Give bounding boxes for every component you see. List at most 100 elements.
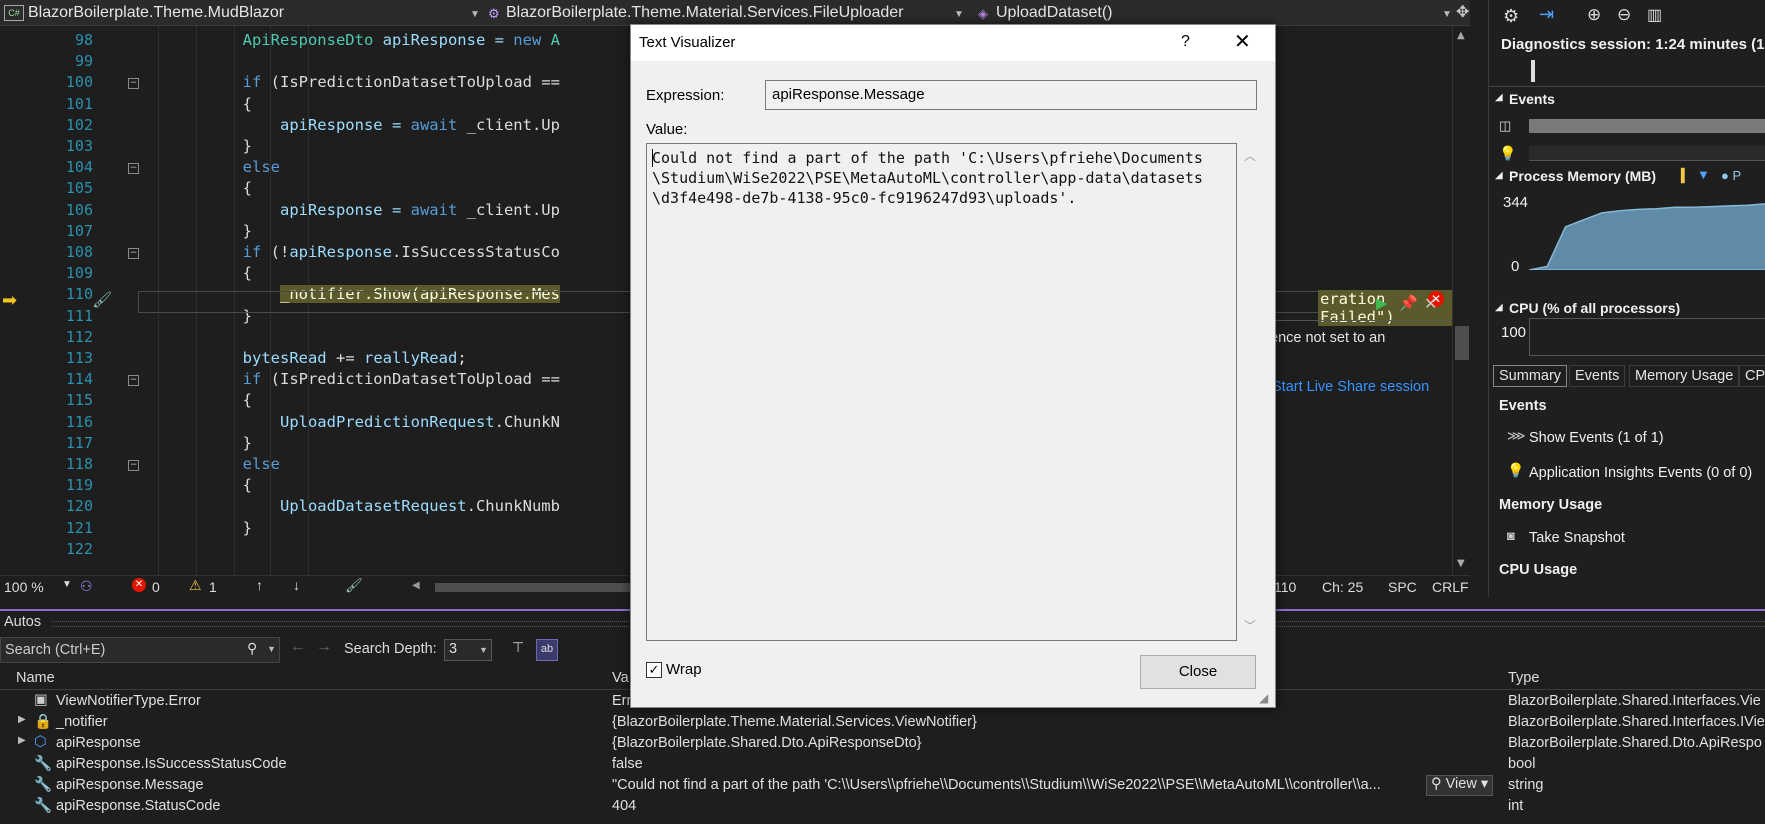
brush-icon[interactable]: 🖌 <box>345 577 363 594</box>
value-scrollbar[interactable]: ︿ ﹀ <box>1239 143 1259 639</box>
gear-icon[interactable]: ⚙ <box>1503 6 1519 27</box>
take-snapshot-link[interactable]: Take Snapshot <box>1529 530 1625 546</box>
value-textarea[interactable]: Could not find a part of the path 'C:\Us… <box>646 143 1237 641</box>
wrap-label[interactable]: Wrap <box>666 661 702 678</box>
collapse-icon[interactable]: − <box>128 248 139 259</box>
error-icon[interactable]: ✕ <box>132 578 146 592</box>
memory-chart[interactable] <box>1529 188 1765 270</box>
collapse-icon[interactable]: − <box>128 78 139 90</box>
split-window-icon[interactable]: ✥ <box>1456 2 1469 21</box>
code-line: else <box>242 158 280 177</box>
search-depth-select[interactable]: 3 ▼ <box>444 639 492 661</box>
error-count[interactable]: 0 <box>152 579 160 595</box>
whitespace-mode[interactable]: SPC <box>1388 579 1417 595</box>
dialog-titlebar[interactable]: Text Visualizer ? ✕ <box>631 25 1275 61</box>
class-dropdown[interactable]: ⚙ BlazorBoilerplate.Theme.Material.Servi… <box>488 2 968 23</box>
chevron-down-icon[interactable]: ▼ <box>1457 558 1465 569</box>
show-events-link[interactable]: Show Events (1 of 1) <box>1529 430 1664 446</box>
table-row[interactable]: 🔧 apiResponse.StatusCode 404 int <box>0 796 1765 817</box>
code-line: bytesRead += reallyRead; <box>242 349 467 367</box>
pin-icon[interactable]: 📌 <box>1399 294 1418 312</box>
collapse-icon[interactable]: − <box>128 460 139 471</box>
column-name[interactable]: Name <box>16 670 55 686</box>
row-value[interactable]: {BlazorBoilerplate.Theme.Material.Servic… <box>612 714 977 730</box>
view-button[interactable]: ⚲ View ▾ <box>1426 775 1494 796</box>
property-wrench-icon: 🔧 <box>34 798 53 814</box>
row-value[interactable]: 404 <box>612 798 636 814</box>
line-number: 110 <box>65 285 93 304</box>
search-input[interactable]: Search (Ctrl+E) <box>5 642 105 658</box>
arrow-down-icon[interactable]: ↓ <box>293 577 300 593</box>
scroll-left-icon[interactable]: ◀ <box>412 580 420 591</box>
scroll-thumb[interactable] <box>1455 326 1469 360</box>
table-row[interactable]: 🔧 apiResponse.IsSuccessStatusCode false boo… <box>0 754 1765 775</box>
chart-icon[interactable]: ▥ <box>1647 5 1662 25</box>
expand-icon[interactable]: ▶ <box>18 714 26 725</box>
copilot-icon[interactable]: ⚇ <box>80 578 93 595</box>
code-line: apiResponse = await _client.Up <box>279 115 560 134</box>
table-row[interactable]: ▶ 🔒 _notifier {BlazorBoilerplate.Theme.Mate… <box>0 712 1765 733</box>
help-button[interactable]: ? <box>1181 33 1190 51</box>
zoom-in-icon[interactable]: ⊕ <box>1587 5 1601 25</box>
chevron-up-icon[interactable]: ︿ <box>1244 147 1256 164</box>
cpu-chart[interactable] <box>1529 318 1765 356</box>
chevron-down-icon[interactable]: ▼ <box>62 579 72 590</box>
back-arrow-icon[interactable]: ← <box>290 638 306 656</box>
warning-count[interactable]: 1 <box>209 579 217 595</box>
row-name: apiResponse.StatusCode <box>56 798 221 814</box>
close-button[interactable]: Close <box>1140 655 1256 689</box>
expand-icon[interactable]: ◢ <box>1495 302 1503 313</box>
resize-grip[interactable]: ◢ <box>1259 691 1268 705</box>
private-bytes-icon: ● P <box>1721 168 1742 183</box>
forward-arrow-icon[interactable]: → <box>316 638 332 656</box>
arrow-up-icon[interactable]: ↑ <box>256 577 263 593</box>
collapse-icon[interactable]: − <box>128 375 139 387</box>
events-track[interactable] <box>1529 119 1765 133</box>
expand-icon[interactable]: ◢ <box>1495 92 1503 103</box>
chevron-down-icon[interactable]: ▼ <box>267 644 276 654</box>
continue-icon[interactable]: ▶ <box>1376 294 1388 312</box>
row-value[interactable]: {BlazorBoilerplate.Shared.Dto.ApiRespons… <box>612 735 922 751</box>
close-icon[interactable]: ✕ <box>1234 29 1251 54</box>
row-value[interactable]: false <box>612 756 643 772</box>
app-insights-link[interactable]: Application Insights Events (0 of 0) <box>1529 465 1752 481</box>
zoom-level[interactable]: 100 % <box>4 579 44 595</box>
expand-icon[interactable]: ▶ <box>18 735 26 746</box>
insights-track[interactable] <box>1529 146 1765 161</box>
close-icon[interactable]: ✕ <box>1424 294 1437 313</box>
search-box[interactable]: Search (Ctrl+E) ⚲ ▼ <box>0 637 280 663</box>
tab-cpu[interactable]: CPU <box>1739 365 1765 387</box>
chevron-down-icon: ▼ <box>1442 9 1452 20</box>
pencil-brush-icon[interactable]: 🖌 <box>92 290 112 309</box>
export-icon[interactable]: ⇥ <box>1539 4 1554 25</box>
zoom-out-icon[interactable]: ⊖ <box>1617 5 1631 25</box>
expand-icon[interactable]: ◢ <box>1495 170 1503 181</box>
expression-field[interactable]: apiResponse.Message <box>765 80 1257 110</box>
search-icon[interactable]: ⚲ <box>247 640 257 657</box>
chevron-down-icon[interactable]: ﹀ <box>1244 617 1256 634</box>
project-dropdown[interactable]: C# BlazorBoilerplate.Theme.MudBlazor ▼ <box>4 2 480 23</box>
tab-memory-usage[interactable]: Memory Usage <box>1629 365 1740 387</box>
column-type[interactable]: Type <box>1508 670 1539 686</box>
timeline-ruler[interactable] <box>1489 58 1765 87</box>
warning-icon[interactable]: ⚠ <box>189 577 202 594</box>
wrap-checkbox[interactable]: ✓ <box>646 662 662 678</box>
vertical-scrollbar[interactable]: ▲ ▼ <box>1452 26 1470 575</box>
pin-icon[interactable]: ⊤ <box>512 639 524 656</box>
diagnostic-tools-panel: ⚙ ⇥ ⊕ ⊖ ▥ Diagnostics session: 1:24 minu… <box>1488 0 1765 597</box>
row-value[interactable]: "Could not find a part of the path 'C:\\… <box>612 777 1381 793</box>
horizontal-scroll-thumb[interactable] <box>435 583 635 592</box>
table-row[interactable]: ▶ ⬡ apiResponse {BlazorBoilerplate.Shared.D… <box>0 733 1765 754</box>
timeline-marker <box>1531 60 1535 82</box>
code-line: if (!apiResponse.IsSuccessStatusCo <box>242 243 560 261</box>
tab-summary[interactable]: Summary <box>1493 365 1568 387</box>
live-share-link[interactable]: Start Live Share session <box>1272 379 1429 395</box>
table-row[interactable]: 🔧 apiResponse.Message "Could not find a pa… <box>0 775 1765 796</box>
tab-events[interactable]: Events <box>1569 365 1626 387</box>
line-ending[interactable]: CRLF <box>1432 579 1469 595</box>
hex-display-icon[interactable]: ab <box>536 639 558 661</box>
chevron-up-icon[interactable]: ▲ <box>1457 30 1465 41</box>
column-value[interactable]: Va <box>612 670 629 686</box>
method-dropdown[interactable]: ◈ UploadDataset() ▼ <box>978 2 1452 23</box>
collapse-icon[interactable]: − <box>128 163 139 175</box>
